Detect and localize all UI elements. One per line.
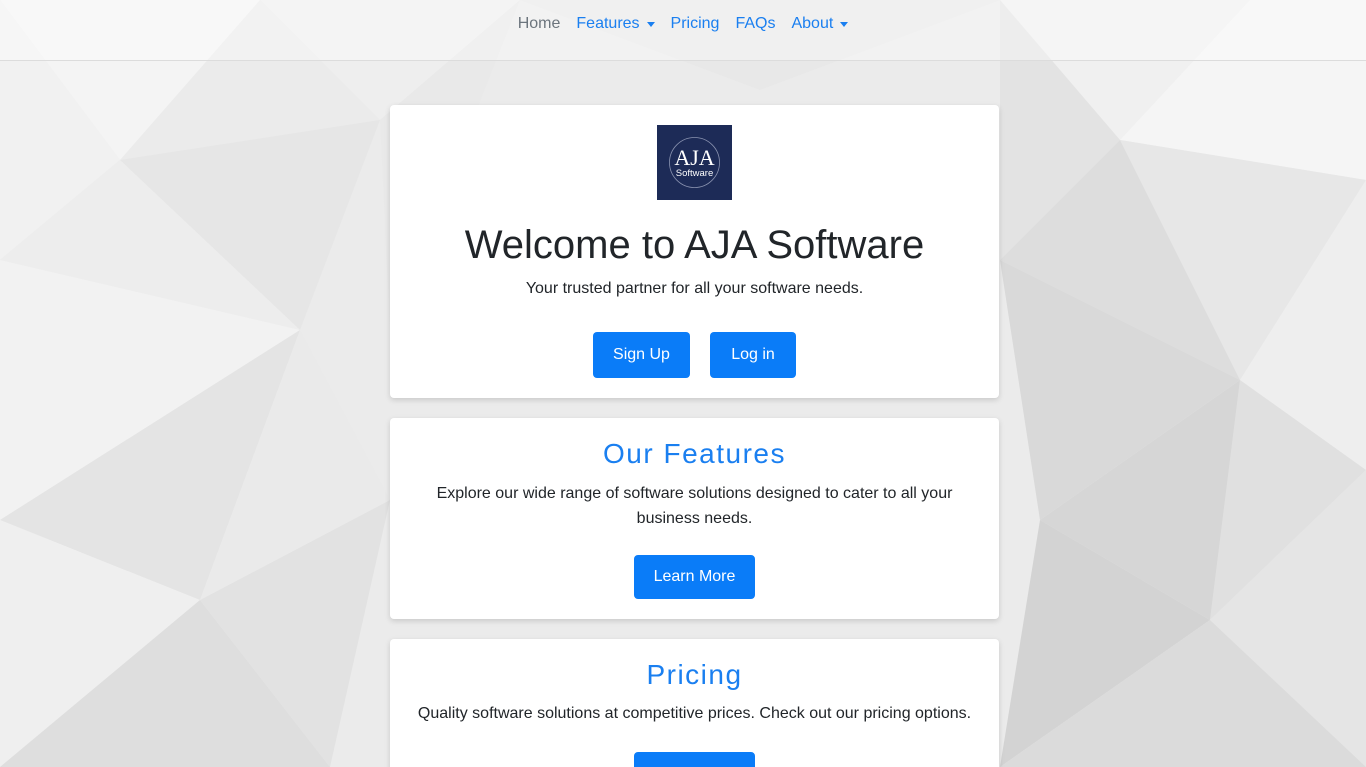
nav-features-label: Features: [576, 15, 640, 32]
aja-logo: AJA Software: [657, 125, 732, 200]
welcome-subtitle: Your trusted partner for all your softwa…: [525, 280, 864, 297]
pricing-options-button[interactable]: [634, 752, 755, 767]
sign-up-button[interactable]: Sign Up: [593, 332, 690, 378]
log-in-button[interactable]: Log in: [710, 332, 796, 378]
nav-faqs-label: FAQs: [735, 15, 776, 32]
nav-about-label: About: [791, 15, 834, 32]
logo-main-text: AJA: [674, 145, 714, 170]
pricing-title: Pricing: [646, 659, 743, 690]
nav-home[interactable]: Home: [510, 14, 569, 34]
nav-pricing-label: Pricing: [670, 15, 720, 32]
nav-faqs[interactable]: FAQs: [727, 14, 783, 34]
features-description: Explore our wide range of software solut…: [436, 485, 953, 527]
features-card: Our Features Explore our wide range of s…: [390, 418, 999, 619]
pricing-card: Pricing Quality software solutions at co…: [390, 639, 999, 767]
top-navbar: Home Features Pricing FAQs About: [0, 0, 1366, 61]
caret-down-icon: [646, 21, 655, 27]
welcome-card: AJA Software Welcome to AJA Software You…: [390, 105, 999, 398]
nav-home-label: Home: [517, 15, 561, 32]
features-title: Our Features: [603, 438, 786, 469]
nav-about-dropdown[interactable]: About: [783, 14, 856, 34]
nav-pricing[interactable]: Pricing: [663, 14, 728, 34]
nav-features-dropdown[interactable]: Features: [568, 14, 662, 34]
learn-more-button[interactable]: Learn More: [634, 555, 755, 599]
logo-sub-text: Software: [676, 168, 714, 179]
caret-down-icon: [840, 21, 849, 27]
page-title: Welcome to AJA Software: [464, 223, 925, 267]
pricing-description: Quality software solutions at competitiv…: [417, 705, 972, 722]
nav-menu: Home Features Pricing FAQs About: [0, 14, 1366, 34]
